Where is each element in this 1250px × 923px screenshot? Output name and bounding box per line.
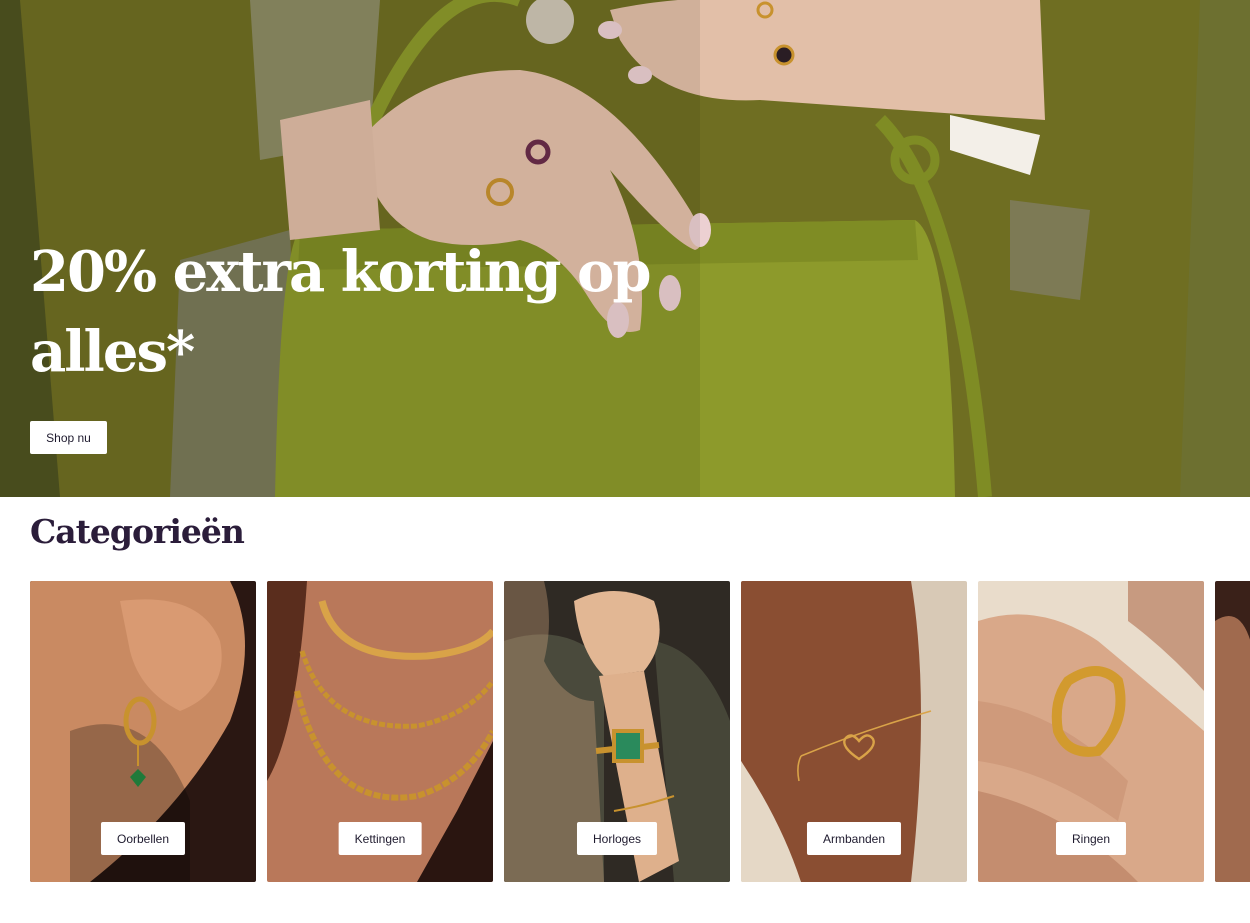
category-card-rings[interactable]: Ringen [978,581,1204,882]
category-card-watches[interactable]: Horloges [504,581,730,882]
category-button-necklaces[interactable]: Kettingen [338,822,422,855]
category-button-bracelets[interactable]: Armbanden [806,822,902,855]
category-button-earrings[interactable]: Oorbellen [100,822,186,855]
category-card-next-partial[interactable] [1215,581,1250,882]
categories-heading: Categorieën [30,512,245,551]
category-card-bracelets[interactable]: Armbanden [741,581,967,882]
category-button-watches[interactable]: Horloges [576,822,658,855]
shop-now-button[interactable]: Shop nu [30,421,107,454]
category-card-earrings[interactable]: Oorbellen [30,581,256,882]
category-card-necklaces[interactable]: Kettingen [267,581,493,882]
category-button-rings[interactable]: Ringen [1055,822,1127,855]
next-category-photo [1215,581,1250,882]
hero-title: 20% extra korting op alles* [30,239,651,385]
hero-banner: 20% extra korting op alles* Shop nu [0,0,1250,497]
categories-carousel: Oorbellen Kettingen Horloges Armbanden R… [30,581,1250,882]
